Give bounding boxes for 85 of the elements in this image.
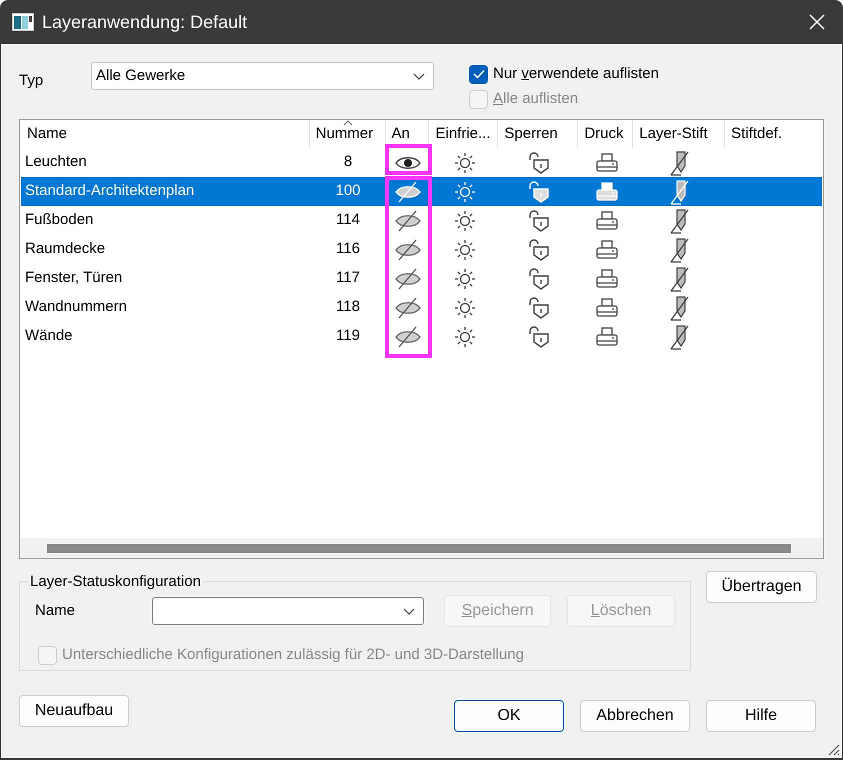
- column-header[interactable]: Name: [27, 122, 68, 146]
- lock-open-icon[interactable]: [528, 238, 550, 262]
- table-cell: Standard-Architektenplan: [25, 182, 194, 200]
- horizontal-scrollbar[interactable]: [47, 544, 791, 552]
- app-icon: [12, 13, 34, 31]
- chevron-down-icon: [403, 608, 416, 614]
- pen-crossed-icon[interactable]: [669, 178, 691, 204]
- pen-crossed-icon[interactable]: [669, 324, 691, 350]
- lock-open-icon[interactable]: [528, 208, 550, 232]
- table-cell: Wandnummern: [25, 298, 127, 316]
- transfer-button[interactable]: Übertragen: [706, 571, 817, 603]
- dialog-button[interactable]: OK: [454, 700, 564, 732]
- close-icon[interactable]: [809, 14, 825, 30]
- eye-crossed-icon[interactable]: [395, 180, 421, 202]
- eye-crossed-icon[interactable]: [395, 268, 421, 290]
- eye-icon[interactable]: [395, 154, 421, 170]
- lock-open-icon[interactable]: [528, 180, 550, 204]
- dialog-button[interactable]: Hilfe: [706, 700, 816, 732]
- table-row[interactable]: Raumdecke 116: [21, 235, 822, 264]
- column-header[interactable]: Nummer: [316, 122, 374, 146]
- table-row[interactable]: Wände 119: [21, 322, 822, 351]
- lock-open-icon[interactable]: [528, 150, 550, 174]
- type-dropdown[interactable]: Alle Gewerke: [91, 62, 434, 90]
- eye-crossed-icon[interactable]: [395, 210, 421, 232]
- printer-icon[interactable]: [594, 152, 618, 172]
- column-header[interactable]: Stiftdef.: [731, 122, 782, 146]
- lock-open-icon[interactable]: [528, 296, 550, 320]
- dialog-button[interactable]: Abbrechen: [580, 700, 690, 732]
- name-dropdown[interactable]: [152, 597, 424, 625]
- sun-icon[interactable]: [454, 152, 476, 174]
- pen-crossed-icon[interactable]: [669, 208, 691, 234]
- eye-crossed-icon[interactable]: [395, 296, 421, 318]
- sun-icon[interactable]: [454, 238, 476, 260]
- pen-crossed-icon[interactable]: [669, 150, 691, 176]
- table-cell-text: 119: [336, 326, 360, 346]
- column-header[interactable]: Sperren: [504, 122, 558, 146]
- sun-icon[interactable]: [454, 180, 476, 202]
- table-cell: Wände: [25, 327, 73, 344]
- pen-crossed-icon[interactable]: [669, 266, 691, 292]
- column-header[interactable]: Einfrie...: [435, 122, 491, 146]
- table-cell-text: 118: [336, 297, 360, 318]
- table-cell: Fenster, Türen: [25, 269, 122, 286]
- column-header[interactable]: Druck: [584, 122, 624, 146]
- checkbox-label: Alle auflisten: [493, 88, 578, 109]
- printer-icon[interactable]: [594, 268, 618, 288]
- table-row[interactable]: Fenster, Türen 117: [21, 264, 822, 293]
- table-cell: Leuchten: [25, 153, 87, 170]
- table-row[interactable]: Standard-Architektenplan 100: [21, 177, 822, 206]
- checkbox[interactable]: [469, 64, 488, 84]
- printer-icon[interactable]: [594, 298, 618, 318]
- printer-icon[interactable]: [594, 210, 618, 230]
- table-cell-text: 114: [336, 210, 360, 230]
- chevron-down-icon: [413, 72, 425, 80]
- eye-crossed-icon[interactable]: [395, 326, 421, 348]
- column-header[interactable]: Layer-Stift: [639, 122, 708, 146]
- checkmark-icon: [472, 69, 484, 79]
- sun-icon[interactable]: [454, 268, 476, 290]
- lock-open-icon[interactable]: [528, 266, 550, 290]
- printer-icon[interactable]: [594, 182, 618, 202]
- table-cell-text: 117: [336, 268, 360, 288]
- pen-crossed-icon[interactable]: [669, 294, 691, 320]
- table-cell: Fußboden: [25, 211, 94, 228]
- resize-grip-icon[interactable]: [826, 742, 840, 756]
- sun-icon[interactable]: [454, 326, 476, 348]
- window-title: Layeranwendung: Default: [42, 10, 248, 34]
- table-cell-text: 100: [335, 181, 361, 202]
- checkbox-label: Nur verwendete auflisten: [493, 64, 659, 84]
- printer-icon[interactable]: [594, 326, 618, 346]
- table-row[interactable]: Leuchten 8: [21, 148, 822, 177]
- type-label: Typ: [19, 71, 44, 91]
- eye-crossed-icon[interactable]: [395, 238, 421, 260]
- name-label: Name: [35, 600, 76, 621]
- sun-icon[interactable]: [454, 210, 476, 232]
- table-row[interactable]: Wandnummern 118: [21, 293, 822, 322]
- printer-icon[interactable]: [594, 240, 618, 260]
- table-cell-text: 8: [344, 152, 352, 172]
- lock-open-icon[interactable]: [528, 324, 550, 348]
- table-cell-text: 116: [336, 239, 360, 260]
- sun-icon[interactable]: [454, 296, 476, 318]
- rebuild-button[interactable]: Neuaufbau: [19, 695, 129, 727]
- pen-crossed-icon[interactable]: [669, 236, 691, 262]
- table-row[interactable]: Fußboden 114: [21, 206, 822, 235]
- column-header[interactable]: An: [392, 122, 410, 146]
- table-cell: Raumdecke: [25, 240, 106, 258]
- checkbox-label: Unterschiedliche Konfigurationen zulässig für 2D- und 3D-Darstellung: [62, 645, 524, 665]
